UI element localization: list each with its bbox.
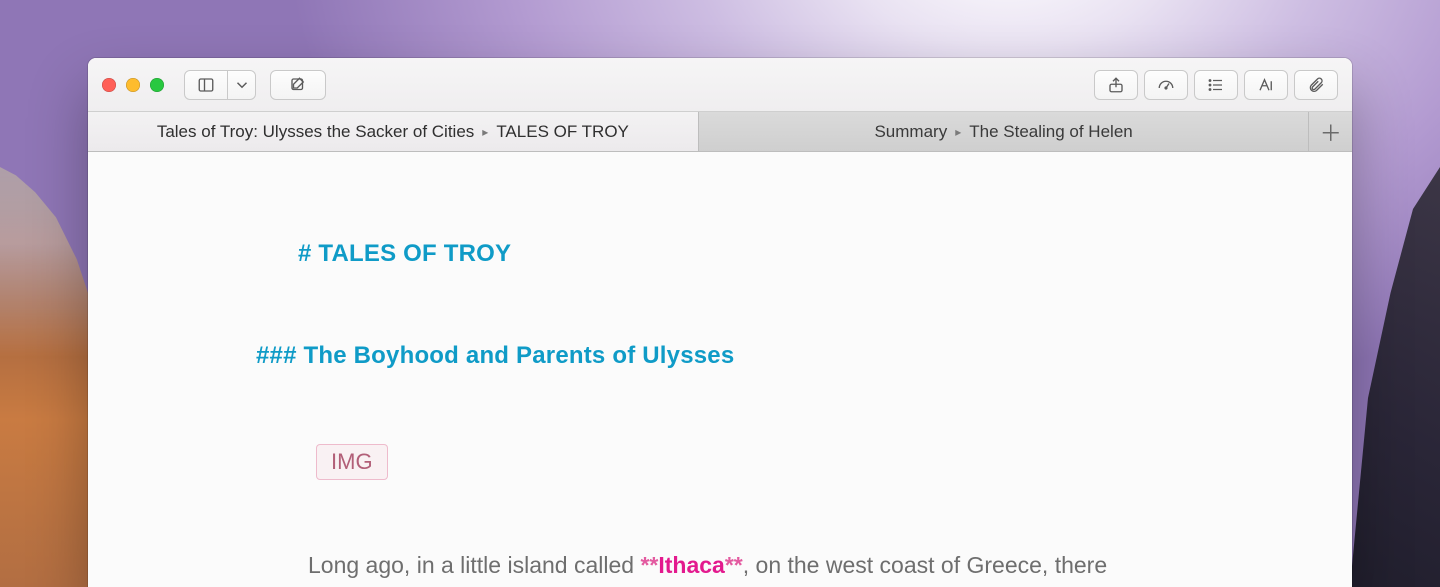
para-text: Long ago, in a little island called [308, 552, 640, 578]
outline-button[interactable] [1194, 70, 1238, 100]
new-tab-button[interactable]: ＋ [1309, 112, 1352, 151]
sidebar-menu-button[interactable] [228, 70, 256, 100]
typography-icon [1257, 76, 1275, 94]
bold-word: Ithaca [658, 552, 724, 578]
heading-1: # TALES OF TROY [298, 240, 1292, 268]
goals-button[interactable] [1144, 70, 1188, 100]
typography-button[interactable] [1244, 70, 1288, 100]
window-controls [102, 78, 164, 92]
tab-active[interactable]: Tales of Troy: Ulysses the Sacker of Cit… [88, 112, 699, 151]
chevron-right-icon: ▸ [482, 125, 488, 139]
minimize-window-button[interactable] [126, 78, 140, 92]
share-icon [1107, 76, 1125, 94]
document-content: # TALES OF TROY ### The Boyhood and Pare… [88, 152, 1352, 587]
gauge-icon [1157, 76, 1175, 94]
sidebar-icon [197, 76, 215, 94]
image-placeholder-badge: IMG [316, 444, 388, 480]
heading-3: ### The Boyhood and Parents of Ulysses [256, 342, 1292, 370]
zoom-window-button[interactable] [150, 78, 164, 92]
compose-button[interactable] [270, 70, 326, 100]
markdown-bold-close: ** [725, 552, 743, 578]
tab-crumb-1: Tales of Troy: Ulysses the Sacker of Cit… [157, 122, 474, 142]
body-paragraph: Long ago, in a little island called **It… [308, 544, 1188, 587]
chevron-right-icon: ▸ [955, 125, 961, 139]
tab-bar: Tales of Troy: Ulysses the Sacker of Cit… [88, 112, 1352, 152]
chevron-down-icon [233, 76, 251, 94]
para-text: , on the west coast of Greece, there [743, 552, 1107, 578]
paperclip-icon [1307, 76, 1325, 94]
list-icon [1207, 76, 1225, 94]
toggle-sidebar-button[interactable] [184, 70, 228, 100]
compose-icon [289, 76, 307, 94]
close-window-button[interactable] [102, 78, 116, 92]
tab-crumb-2: The Stealing of Helen [969, 122, 1133, 142]
editor-area[interactable]: # TALES OF TROY ### The Boyhood and Pare… [88, 152, 1352, 587]
sidebar-toggle-segment [184, 70, 256, 100]
tab-crumb-2: TALES OF TROY [496, 122, 629, 142]
markdown-bold-open: ** [640, 552, 658, 578]
share-button[interactable] [1094, 70, 1138, 100]
titlebar [88, 58, 1352, 112]
app-window: Tales of Troy: Ulysses the Sacker of Cit… [88, 58, 1352, 587]
tab-crumb-1: Summary [874, 122, 947, 142]
plus-icon: ＋ [1320, 116, 1342, 148]
tab-inactive[interactable]: Summary ▸ The Stealing of Helen [699, 112, 1310, 151]
attachments-button[interactable] [1294, 70, 1338, 100]
